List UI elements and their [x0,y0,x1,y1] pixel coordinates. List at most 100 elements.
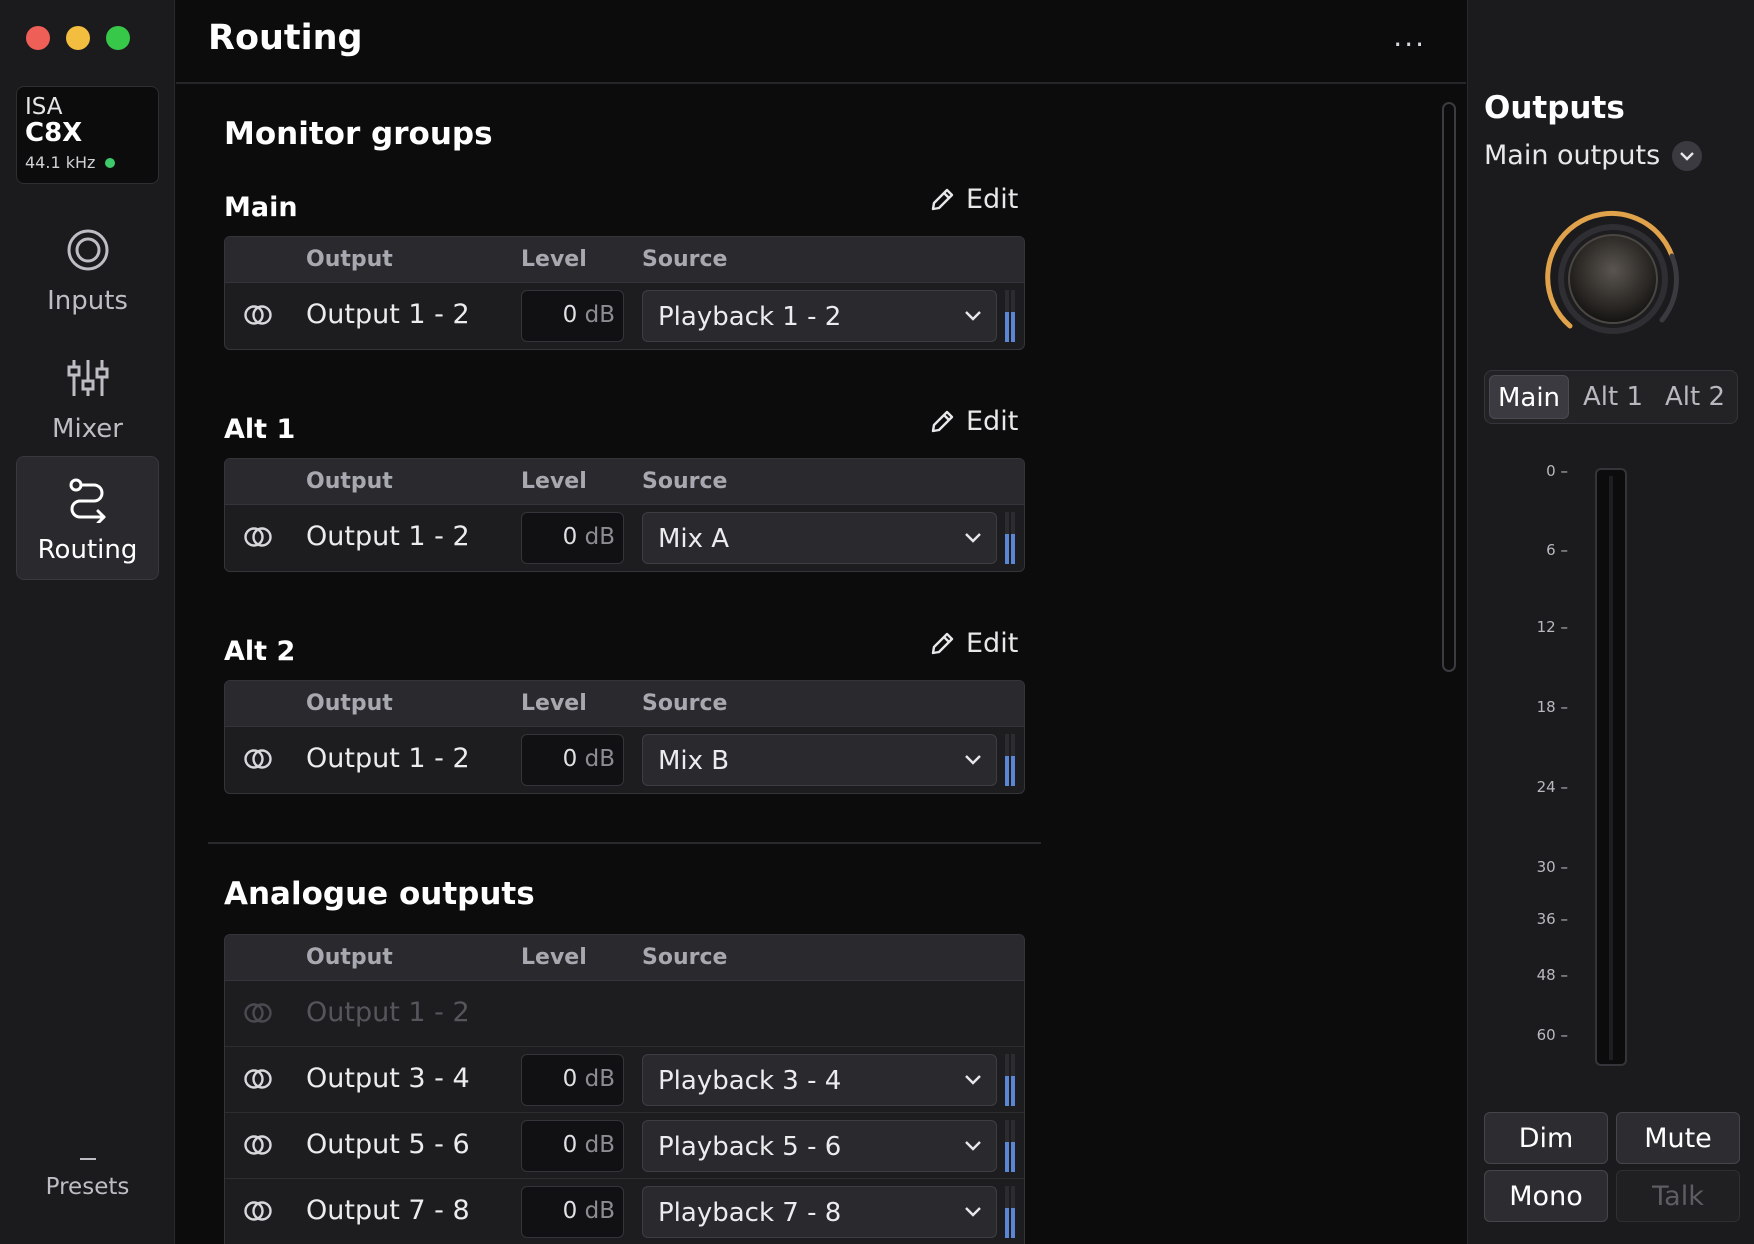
pencil-icon [931,632,954,654]
level-meter-right [1011,1054,1015,1106]
pencil-icon [931,188,954,210]
level-value: 0 [562,1198,578,1224]
edit-alt2-button[interactable]: Edit [928,628,1018,659]
column-output: Output [306,945,393,970]
stereo-link-icon [244,1003,272,1023]
level-meter-right [1011,1186,1015,1238]
level-field[interactable]: 0 dB [521,1120,624,1172]
presets-button[interactable]: Presets [16,1140,159,1200]
column-output: Output [306,691,393,716]
main-content: Routing ··· Monitor groups Main Edit Out… [176,0,1466,1244]
level-unit: dB [584,524,615,550]
source-value: Playback 1 - 2 [658,302,842,332]
close-window-button[interactable] [26,26,50,50]
analogue-outputs-table: Output Level Source Output 1 - 2 Output … [224,934,1025,1244]
group-main-title: Main [224,192,298,223]
chevron-down-icon [965,311,981,321]
source-dropdown[interactable]: Playback 7 - 8 [642,1186,997,1238]
page-title: Routing [208,18,363,58]
edit-main-button[interactable]: Edit [928,184,1018,215]
mute-button[interactable]: Mute [1616,1112,1740,1164]
device-badge[interactable]: ISA C8X 44.1 kHz [16,86,159,184]
group-alt2-table: Output Level Source Output 1 - 2 0 dB Mi… [224,680,1025,794]
stereo-link-icon[interactable] [243,1133,273,1157]
source-dropdown[interactable]: Mix B [642,734,997,786]
level-unit: dB [584,1198,615,1224]
column-level: Level [521,945,587,970]
chevron-down-icon [965,1075,981,1085]
nav-inputs-label: Inputs [47,286,128,316]
group-alt1-title: Alt 1 [224,414,296,445]
chevron-down-icon [965,533,981,543]
level-meter-right [1011,734,1015,786]
volume-knob[interactable] [1538,202,1688,352]
tab-alt2[interactable]: Alt 2 [1655,375,1735,419]
master-level-meter [1595,468,1627,1066]
sample-rate: 44.1 kHz [25,153,150,172]
routing-icon [69,478,105,523]
level-field[interactable]: 0 dB [521,1054,624,1106]
source-value: Mix B [658,746,730,776]
stereo-link-icon[interactable] [243,1067,273,1091]
level-value: 0 [562,524,578,550]
source-value: Playback 5 - 6 [658,1132,842,1162]
table-header: Output Level Source [225,681,1024,727]
scale-label: 60 – [1536,1026,1568,1044]
source-dropdown[interactable]: Playback 1 - 2 [642,290,997,342]
level-field[interactable]: 0 dB [521,734,624,786]
edit-label: Edit [966,406,1019,437]
more-options-button[interactable]: ··· [1393,28,1426,61]
edit-alt1-button[interactable]: Edit [928,406,1018,437]
nav-mixer[interactable]: Mixer [16,336,159,460]
scale-label: 6 – [1546,541,1568,559]
device-brand: ISA [25,94,63,120]
stereo-link-icon[interactable] [243,525,273,549]
table-header: Output Level Source [225,935,1024,981]
stereo-link-icon[interactable] [243,303,273,327]
level-meter-right [1011,1120,1015,1172]
column-level: Level [521,247,587,272]
level-value: 0 [562,302,578,328]
scale-label: 30 – [1536,858,1568,876]
output-name: Output 5 - 6 [306,1129,470,1160]
output-name: Output 7 - 8 [306,1195,470,1226]
level-field[interactable]: 0 dB [521,290,624,342]
column-output: Output [306,469,393,494]
mono-button[interactable]: Mono [1484,1170,1608,1222]
source-dropdown[interactable]: Playback 5 - 6 [642,1120,997,1172]
level-meter-left [1005,1120,1009,1172]
outputs-panel: Outputs Main outputs Main Alt 1 Alt 2 0 … [1467,0,1754,1244]
source-dropdown[interactable]: Playback 3 - 4 [642,1054,997,1106]
nav-routing-label: Routing [37,535,138,565]
talk-button[interactable]: Talk [1616,1170,1740,1222]
edit-label: Edit [966,628,1019,659]
level-meter-left [1005,734,1009,786]
level-value: 0 [562,1066,578,1092]
monitor-groups-title: Monitor groups [224,116,493,152]
level-field[interactable]: 0 dB [521,512,624,564]
scale-label: 24 – [1536,778,1568,796]
scale-label: 36 – [1536,910,1568,928]
minimize-window-button[interactable] [66,26,90,50]
dim-button[interactable]: Dim [1484,1112,1608,1164]
nav-routing[interactable]: Routing [16,456,159,580]
output-name: Output 1 - 2 [306,997,470,1028]
scrollbar[interactable] [1442,102,1456,672]
status-dot-icon [105,157,116,168]
stereo-link-icon[interactable] [243,747,273,771]
level-field[interactable]: 0 dB [521,1186,624,1238]
analogue-outputs-title: Analogue outputs [224,876,535,912]
zoom-window-button[interactable] [106,26,130,50]
source-dropdown[interactable]: Mix A [642,512,997,564]
level-meter-left [1005,512,1009,564]
tab-alt1[interactable]: Alt 1 [1573,375,1653,419]
table-row: Output 1 - 2 0 dB Mix B [225,727,1024,793]
nav-inputs[interactable]: Inputs [16,208,159,332]
edit-label: Edit [966,184,1019,215]
source-value: Mix A [658,524,730,554]
scale-label: 12 – [1536,618,1568,636]
section-divider [208,842,1041,844]
stereo-link-icon[interactable] [243,1199,273,1223]
tab-main[interactable]: Main [1489,375,1569,419]
outputs-selector[interactable]: Main outputs [1484,140,1703,171]
